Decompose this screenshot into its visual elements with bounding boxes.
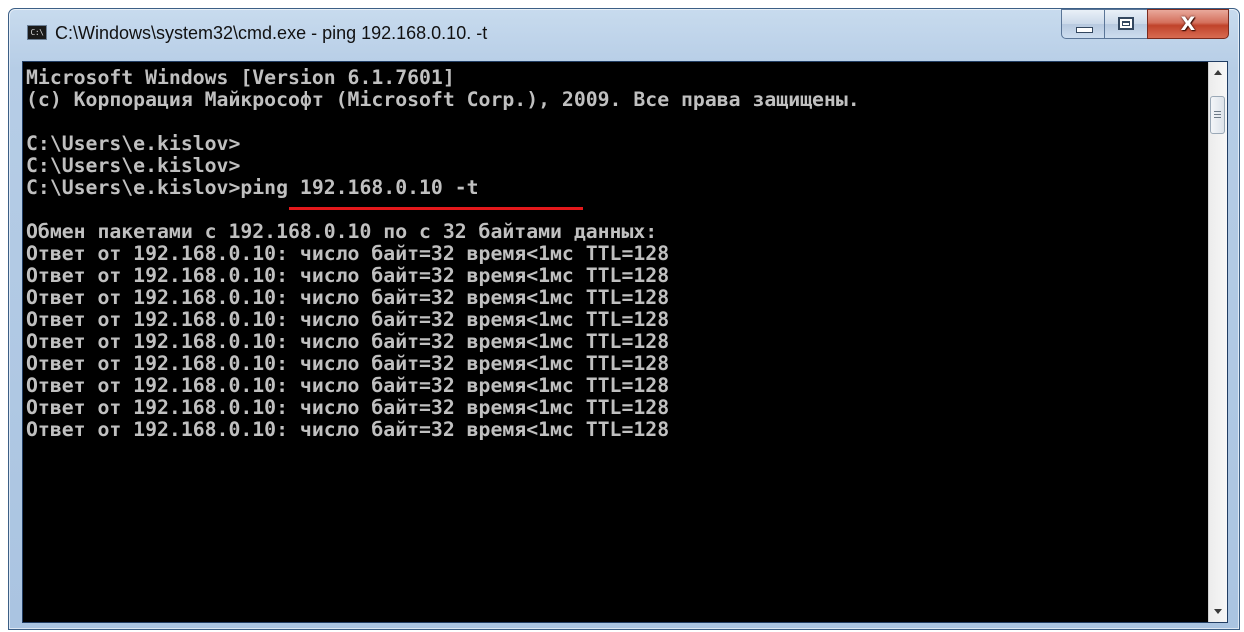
console-line: Ответ от 192.168.0.10: число байт=32 вре… [26,374,670,397]
scroll-down-button[interactable] [1209,602,1227,620]
console-line: C:\Users\e.kislov>ping 192.168.0.10 -t [26,176,479,199]
grip-line [1214,117,1221,118]
command-highlight-underline [289,207,583,210]
console-line: Ответ от 192.168.0.10: число байт=32 вре… [26,286,670,309]
console-line: Ответ от 192.168.0.10: число байт=32 вре… [26,242,670,265]
console-line: Ответ от 192.168.0.10: число байт=32 вре… [26,308,670,331]
console-line: C:\Users\e.kislov> [26,154,241,177]
minimize-icon [1076,27,1093,33]
title-bar[interactable]: C:\ C:\Windows\system32\cmd.exe - ping 1… [9,9,1239,61]
vertical-scrollbar[interactable] [1208,62,1227,622]
grip-line [1214,111,1221,112]
window-title: C:\Windows\system32\cmd.exe - ping 192.1… [55,23,488,43]
scroll-thumb[interactable] [1210,96,1225,134]
console-line: Ответ от 192.168.0.10: число байт=32 вре… [26,352,670,375]
close-button[interactable]: X [1147,9,1229,39]
maximize-icon [1118,17,1134,30]
console-line: Обмен пакетами с 192.168.0.10 по с 32 ба… [26,220,658,243]
scroll-up-button[interactable] [1209,64,1227,82]
console-line: (c) Корпорация Майкрософт (Microsoft Cor… [26,88,860,111]
close-icon: X [1180,13,1196,35]
maximize-button[interactable] [1104,9,1148,39]
minimize-button[interactable] [1061,9,1105,39]
console-line: Ответ от 192.168.0.10: число байт=32 вре… [26,418,670,441]
console-output: Microsoft Windows [Version 6.1.7601] (c) … [26,67,860,441]
console-line: Ответ от 192.168.0.10: число байт=32 вре… [26,330,670,353]
grip-line [1214,114,1221,115]
console-line: C:\Users\e.kislov> [26,132,241,155]
console-line: Ответ от 192.168.0.10: число байт=32 вре… [26,264,670,287]
console-line: Ответ от 192.168.0.10: число байт=32 вре… [26,396,670,419]
cmd-window: C:\ C:\Windows\system32\cmd.exe - ping 1… [8,8,1240,630]
scroll-down-arrow-icon [1214,609,1222,614]
console-area[interactable]: Microsoft Windows [Version 6.1.7601] (c) … [22,61,1228,623]
cmd-console-icon[interactable]: C:\ [27,25,47,40]
console-line: Microsoft Windows [Version 6.1.7601] [26,66,455,89]
scroll-up-arrow-icon [1214,70,1222,75]
